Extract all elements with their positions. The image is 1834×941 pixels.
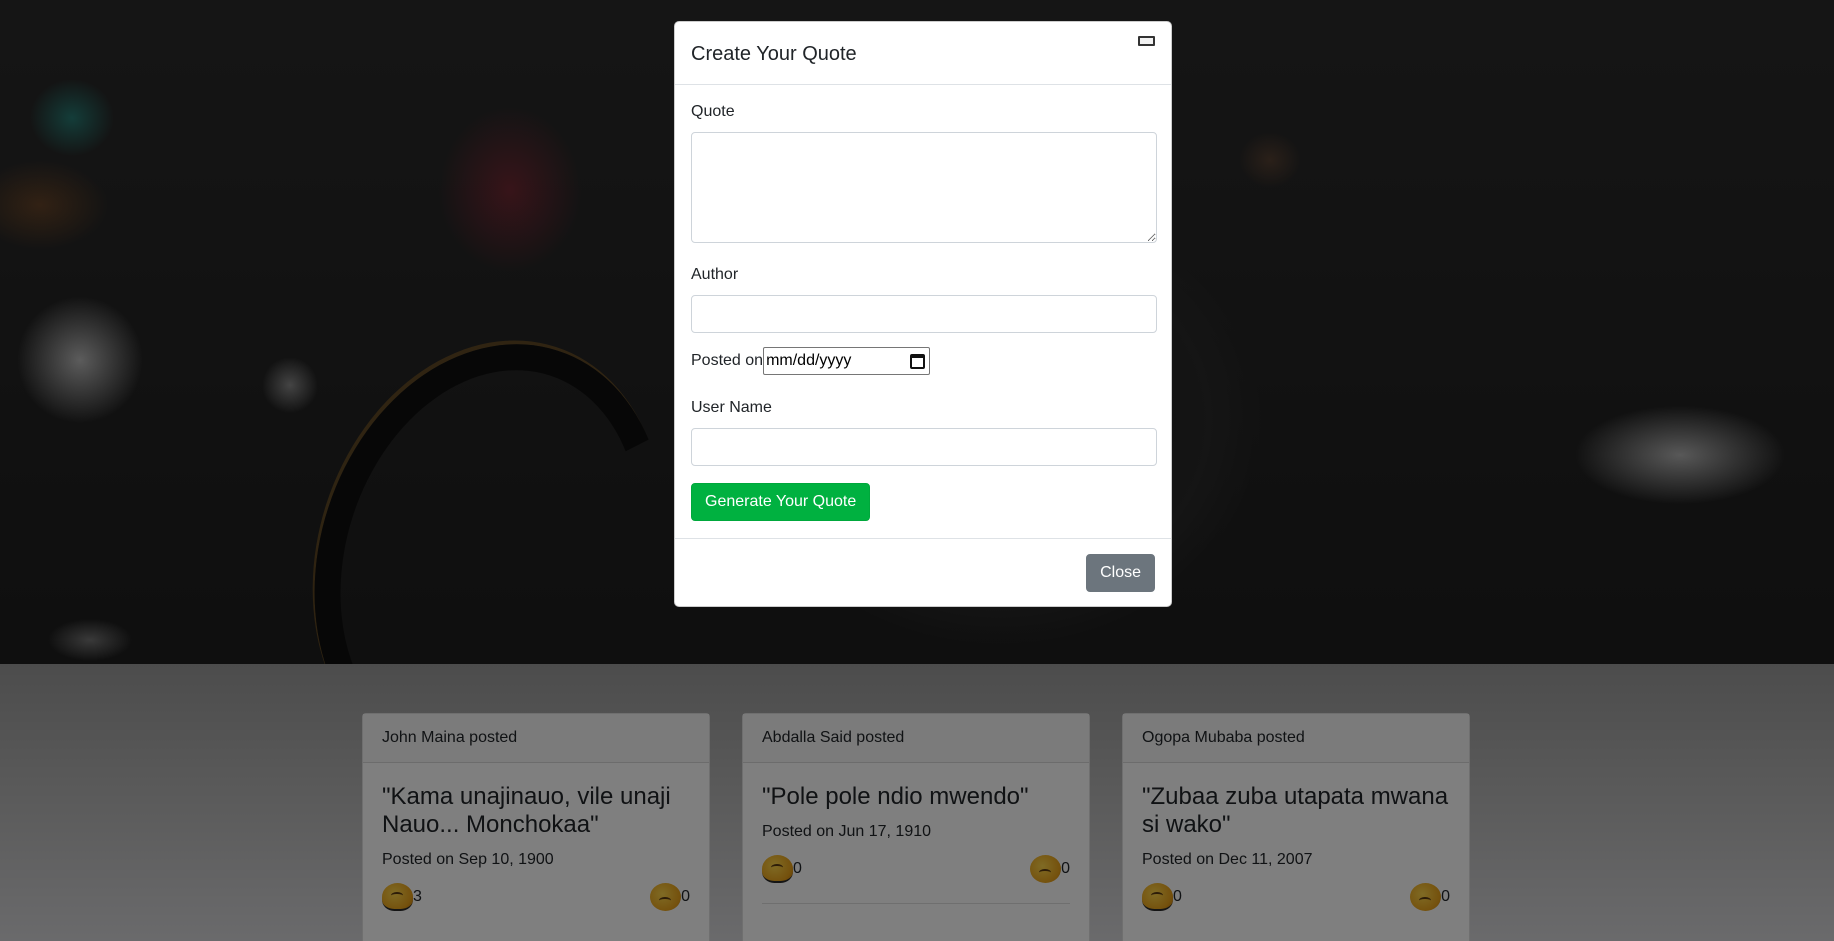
posted-on-row: Posted on mm/dd/yyyy [691,347,1155,375]
quote-textarea[interactable] [691,132,1157,243]
close-icon[interactable] [1138,36,1155,46]
calendar-icon[interactable] [910,353,926,369]
modal-body: Quote Author Posted on mm/dd/yyyy User N… [675,85,1171,539]
date-placeholder: mm/dd/yyyy [766,352,852,369]
posted-on-label: Posted on [691,352,764,369]
modal-header: Create Your Quote [675,22,1171,85]
username-input[interactable] [691,428,1157,466]
create-quote-modal: Create Your Quote Quote Author Posted on… [674,21,1172,607]
author-input[interactable] [691,295,1157,333]
modal-title: Create Your Quote [691,43,857,65]
modal-footer: Close [675,539,1171,607]
generate-quote-button[interactable]: Generate Your Quote [691,483,871,521]
close-button[interactable]: Close [1086,554,1155,592]
username-label: User Name [691,399,772,416]
date-input[interactable]: mm/dd/yyyy [763,347,931,375]
quote-label: Quote [691,103,735,120]
author-label: Author [691,266,739,283]
